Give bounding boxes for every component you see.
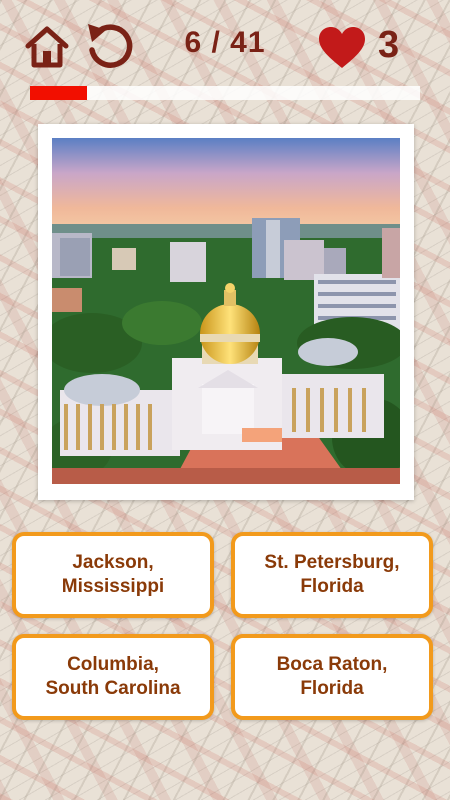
- question-counter: 6 / 41: [184, 26, 266, 59]
- progress-bar: [30, 86, 420, 100]
- restart-icon[interactable]: [84, 20, 136, 72]
- top-bar: 6 / 41 3: [0, 0, 450, 100]
- heart-icon: [319, 27, 365, 68]
- question-photo-card: [38, 124, 414, 500]
- question-photo: [52, 138, 400, 484]
- progress-bar-fill: [30, 86, 87, 100]
- lives-count: 3: [378, 24, 400, 66]
- answer-button-3[interactable]: Columbia, South Carolina: [12, 634, 214, 720]
- answer-button-1[interactable]: Jackson, Mississippi: [12, 532, 214, 618]
- home-icon[interactable]: [24, 24, 70, 70]
- answer-button-4[interactable]: Boca Raton, Florida: [231, 634, 433, 720]
- answer-button-2[interactable]: St. Petersburg, Florida: [231, 532, 433, 618]
- answer-grid: Jackson, Mississippi St. Petersburg, Flo…: [10, 530, 440, 730]
